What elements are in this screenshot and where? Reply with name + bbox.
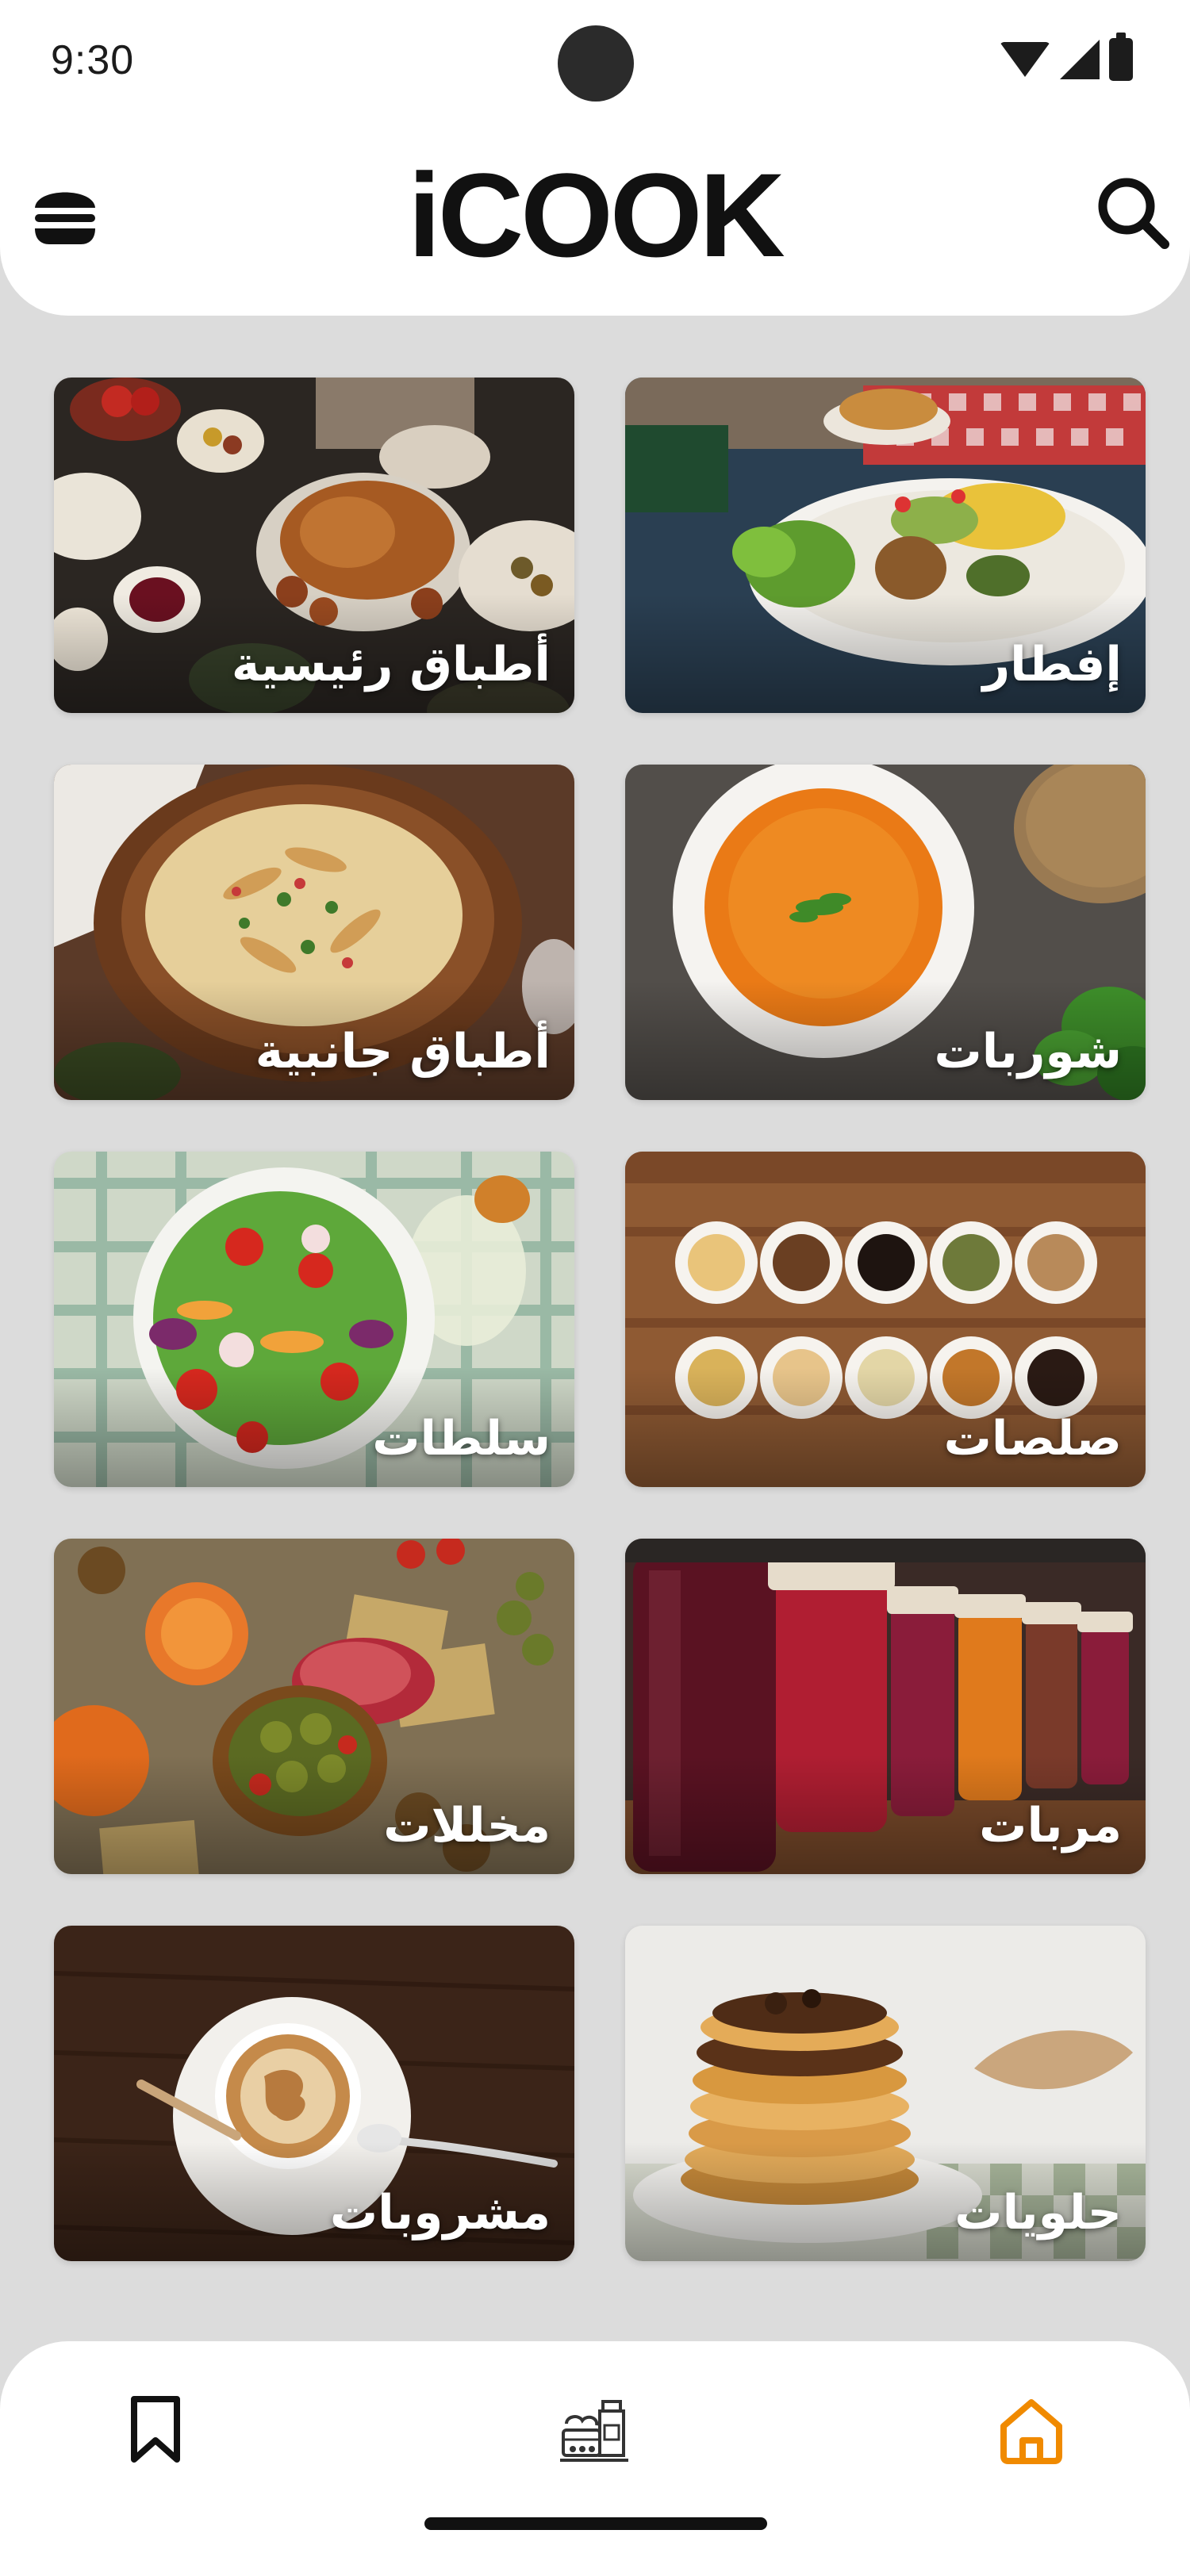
search-icon — [1098, 178, 1169, 249]
category-card-jams[interactable]: مربات — [625, 1539, 1146, 1874]
category-card-pickles[interactable]: مخللات — [54, 1539, 574, 1874]
category-card-sauces[interactable]: صلصات — [625, 1152, 1146, 1487]
category-label: صلصات — [943, 1411, 1122, 1466]
category-label: إفطار — [982, 637, 1122, 692]
category-label: مشروبات — [329, 2185, 551, 2241]
category-card-salads[interactable]: سلطات — [54, 1152, 574, 1487]
category-card-drinks[interactable]: مشروبات — [54, 1926, 574, 2261]
category-card-breakfast[interactable]: إفطار — [625, 378, 1146, 713]
signal-icon — [1060, 40, 1100, 79]
category-label: سلطات — [372, 1411, 551, 1466]
category-label: شوربات — [934, 1024, 1122, 1079]
category-label: أطباق جانبية — [255, 1024, 551, 1079]
front-camera — [558, 25, 634, 102]
app-screen: 9:30 iCOOK إفطار أطباق رئيسية شوربات أطب… — [0, 0, 1190, 2576]
category-label: مخللات — [383, 1798, 551, 1853]
gesture-bar[interactable] — [424, 2517, 767, 2530]
nav-pantry[interactable] — [547, 2382, 643, 2478]
category-label: حلويات — [954, 2185, 1122, 2241]
status-time: 9:30 — [51, 37, 135, 83]
nav-bookmarks[interactable] — [108, 2382, 203, 2478]
bookmark-icon — [131, 2396, 180, 2463]
menu-button[interactable] — [27, 176, 103, 252]
category-card-sweets[interactable]: حلويات — [625, 1926, 1146, 2261]
category-card-side-dishes[interactable]: أطباق جانبية — [54, 765, 574, 1100]
app-title: iCOOK — [408, 148, 785, 282]
category-label: أطباق رئيسية — [231, 637, 551, 692]
battery-icon — [1109, 33, 1133, 81]
search-button[interactable] — [1093, 173, 1173, 252]
home-icon — [1000, 2399, 1062, 2464]
pantry-icon — [560, 2400, 628, 2462]
category-grid: إفطار أطباق رئيسية شوربات أطباق جانبية ص… — [54, 378, 1146, 2261]
hamburger-icon — [35, 192, 95, 244]
category-card-main-dishes[interactable]: أطباق رئيسية — [54, 378, 574, 713]
top-app-bar: 9:30 iCOOK — [0, 0, 1190, 316]
category-label: مربات — [979, 1798, 1122, 1853]
status-icons — [1000, 33, 1133, 81]
bottom-navigation — [0, 2341, 1190, 2576]
category-card-soups[interactable]: شوربات — [625, 765, 1146, 1100]
nav-home[interactable] — [984, 2382, 1079, 2478]
wifi-icon — [1000, 42, 1050, 77]
